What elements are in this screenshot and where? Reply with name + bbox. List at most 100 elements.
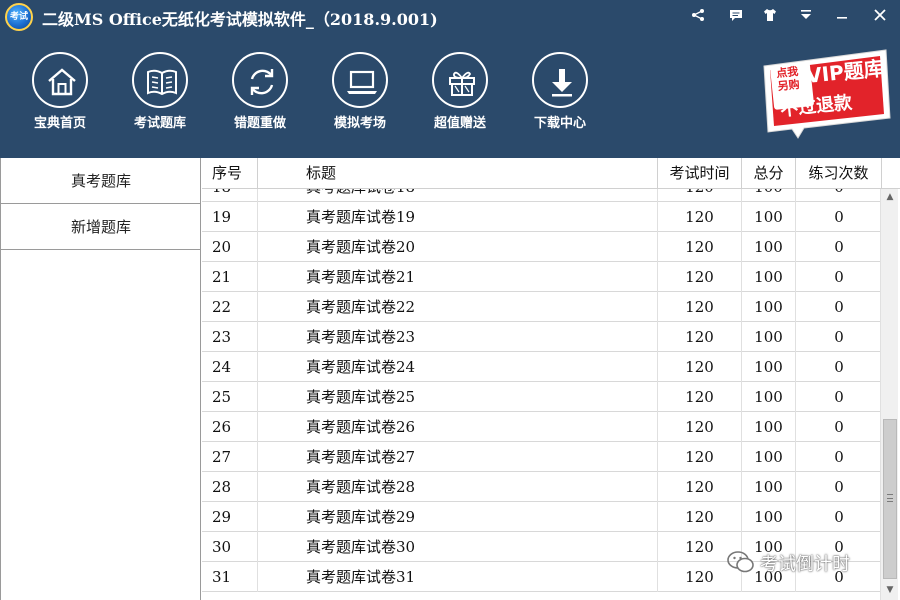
cell-title: 真考题库试卷24 bbox=[258, 352, 658, 382]
cell-practice-count: 0 bbox=[834, 298, 844, 316]
skin-shirt-icon[interactable] bbox=[758, 4, 782, 26]
sidebar-item-real-exam-bank[interactable]: 真考题库 bbox=[1, 158, 201, 204]
column-header-title[interactable]: 标题 bbox=[258, 158, 658, 189]
cell-practice-count: 0 bbox=[834, 358, 844, 376]
cell-number: 18 bbox=[202, 189, 258, 202]
cell-exam-time: 120 bbox=[658, 322, 742, 352]
cell-practice-count: 0 bbox=[834, 268, 844, 286]
watermark: 考试倒计时 bbox=[722, 546, 882, 578]
cell-number: 30 bbox=[202, 532, 258, 562]
cell-number: 22 bbox=[202, 292, 258, 322]
column-header-practice-count[interactable]: 练习次数 bbox=[796, 158, 882, 189]
cell-number: 28 bbox=[202, 472, 258, 502]
toolbar-label: 宝典首页 bbox=[33, 116, 86, 131]
app-logo: 考试 bbox=[5, 3, 33, 31]
table-row[interactable]: 27 真考题库试卷27 120 100 0 bbox=[202, 442, 882, 472]
cell-practice-count: 0 bbox=[834, 418, 844, 436]
table-body: 18真考题库试卷18120100019真考题库试卷19120100020真考题库… bbox=[202, 189, 882, 600]
table-row[interactable]: 20 真考题库试卷20 120 100 0 bbox=[202, 232, 882, 262]
close-icon[interactable] bbox=[868, 4, 892, 26]
cell-title: 真考题库试卷27 bbox=[258, 442, 658, 472]
cell-exam-time: 120 bbox=[658, 232, 742, 262]
cell-total-score: 100 bbox=[742, 292, 796, 322]
table-row[interactable]: 24 真考题库试卷24 120 100 0 bbox=[202, 352, 882, 382]
cell-practice-count: 0 bbox=[834, 328, 844, 346]
minimize-icon[interactable] bbox=[830, 4, 854, 26]
vip-promo-banner[interactable]: 点我 另购 VIP题库 不过退款 bbox=[760, 44, 892, 140]
cell-title: 真考题库试卷31 bbox=[258, 562, 658, 592]
cell-exam-time: 120 bbox=[658, 262, 742, 292]
table-row[interactable]: 18真考题库试卷181201000 bbox=[202, 189, 882, 202]
cell-title: 真考题库试卷25 bbox=[258, 382, 658, 412]
cell-total-score: 100 bbox=[742, 502, 796, 532]
table-row[interactable]: 29 真考题库试卷29 120 100 0 bbox=[202, 502, 882, 532]
toolbar-label: 超值赠送 bbox=[433, 116, 486, 131]
share-icon[interactable] bbox=[686, 4, 710, 26]
sidebar: 真考题库 新增题库 bbox=[0, 158, 201, 600]
cell-title: 真考题库试卷22 bbox=[258, 292, 658, 322]
toolbar-redo-mistakes-button[interactable]: 错题重做 bbox=[220, 52, 300, 132]
column-header-exam-time[interactable]: 考试时间 bbox=[658, 158, 742, 189]
cell-practice-count: 0 bbox=[834, 238, 844, 256]
cell-practice-count: 0 bbox=[834, 478, 844, 496]
cell-number: 25 bbox=[202, 382, 258, 412]
cell-total-score: 100 bbox=[742, 202, 796, 232]
cell-title: 真考题库试卷23 bbox=[258, 322, 658, 352]
column-header-total-score[interactable]: 总分 bbox=[742, 158, 796, 189]
book-icon bbox=[132, 52, 188, 108]
gift-icon bbox=[432, 52, 488, 108]
table-row[interactable]: 25 真考题库试卷25 120 100 0 bbox=[202, 382, 882, 412]
cell-number: 19 bbox=[202, 202, 258, 232]
toolbar-question-bank-button[interactable]: 考试题库 bbox=[120, 52, 200, 132]
sidebar-item-new-question-bank[interactable]: 新增题库 bbox=[1, 204, 201, 250]
cell-title: 真考题库试卷18 bbox=[258, 189, 658, 202]
cell-total-score: 100 bbox=[742, 189, 796, 202]
toolbar-home-button[interactable]: 宝典首页 bbox=[20, 52, 100, 132]
cell-total-score: 100 bbox=[742, 412, 796, 442]
scroll-thumb[interactable] bbox=[883, 419, 897, 579]
refresh-icon bbox=[232, 52, 288, 108]
toolbar-download-center-button[interactable]: 下载中心 bbox=[520, 52, 600, 132]
cell-total-score: 100 bbox=[742, 442, 796, 472]
cell-practice-count: 0 bbox=[834, 448, 844, 466]
cell-number: 21 bbox=[202, 262, 258, 292]
cell-exam-time: 120 bbox=[658, 412, 742, 442]
table-row[interactable]: 22 真考题库试卷22 120 100 0 bbox=[202, 292, 882, 322]
toolbar-bonus-gift-button[interactable]: 超值赠送 bbox=[420, 52, 500, 132]
scroll-down-arrow-icon[interactable]: ▼ bbox=[884, 584, 896, 596]
cell-number: 26 bbox=[202, 412, 258, 442]
cell-practice-count: 0 bbox=[834, 388, 844, 406]
cell-title: 真考题库试卷28 bbox=[258, 472, 658, 502]
exam-paper-table: 序号 标题 考试时间 总分 练习次数 18真考题库试卷18120100019真考… bbox=[202, 158, 900, 600]
app-header: 考试 二级MS Office无纸化考试模拟软件_（2018.9.001) 宝典首… bbox=[0, 0, 900, 158]
cell-title: 真考题库试卷21 bbox=[258, 262, 658, 292]
table-row[interactable]: 26 真考题库试卷26 120 100 0 bbox=[202, 412, 882, 442]
scroll-grip-icon bbox=[887, 494, 893, 502]
toolbar-label: 下载中心 bbox=[533, 116, 586, 131]
table-row[interactable]: 19 真考题库试卷19 120 100 0 bbox=[202, 202, 882, 232]
cell-total-score: 100 bbox=[742, 472, 796, 502]
cell-title: 真考题库试卷30 bbox=[258, 532, 658, 562]
message-icon[interactable] bbox=[724, 4, 748, 26]
cell-exam-time: 120 bbox=[658, 442, 742, 472]
cell-number: 31 bbox=[202, 562, 258, 592]
cell-total-score: 100 bbox=[742, 232, 796, 262]
watermark-text: 考试倒计时 bbox=[760, 554, 850, 575]
cell-title: 真考题库试卷29 bbox=[258, 502, 658, 532]
window-title: 二级MS Office无纸化考试模拟软件_（2018.9.001) bbox=[42, 10, 438, 29]
cell-exam-time: 120 bbox=[658, 352, 742, 382]
toolbar-label: 考试题库 bbox=[133, 116, 186, 131]
cell-exam-time: 120 bbox=[658, 502, 742, 532]
table-row[interactable]: 21 真考题库试卷21 120 100 0 bbox=[202, 262, 882, 292]
table-header: 序号 标题 考试时间 总分 练习次数 bbox=[202, 158, 900, 189]
cell-practice-count: 0 bbox=[834, 208, 844, 226]
table-row[interactable]: 28 真考题库试卷28 120 100 0 bbox=[202, 472, 882, 502]
column-header-number[interactable]: 序号 bbox=[202, 158, 258, 189]
cell-number: 24 bbox=[202, 352, 258, 382]
scroll-up-arrow-icon[interactable]: ▲ bbox=[884, 191, 896, 203]
vertical-scrollbar[interactable]: ▲ ▼ bbox=[880, 189, 898, 600]
menu-dropdown-icon[interactable] bbox=[794, 4, 818, 26]
table-row[interactable]: 23 真考题库试卷23 120 100 0 bbox=[202, 322, 882, 352]
cell-title: 真考题库试卷19 bbox=[258, 202, 658, 232]
toolbar-mock-exam-button[interactable]: 模拟考场 bbox=[320, 52, 400, 132]
